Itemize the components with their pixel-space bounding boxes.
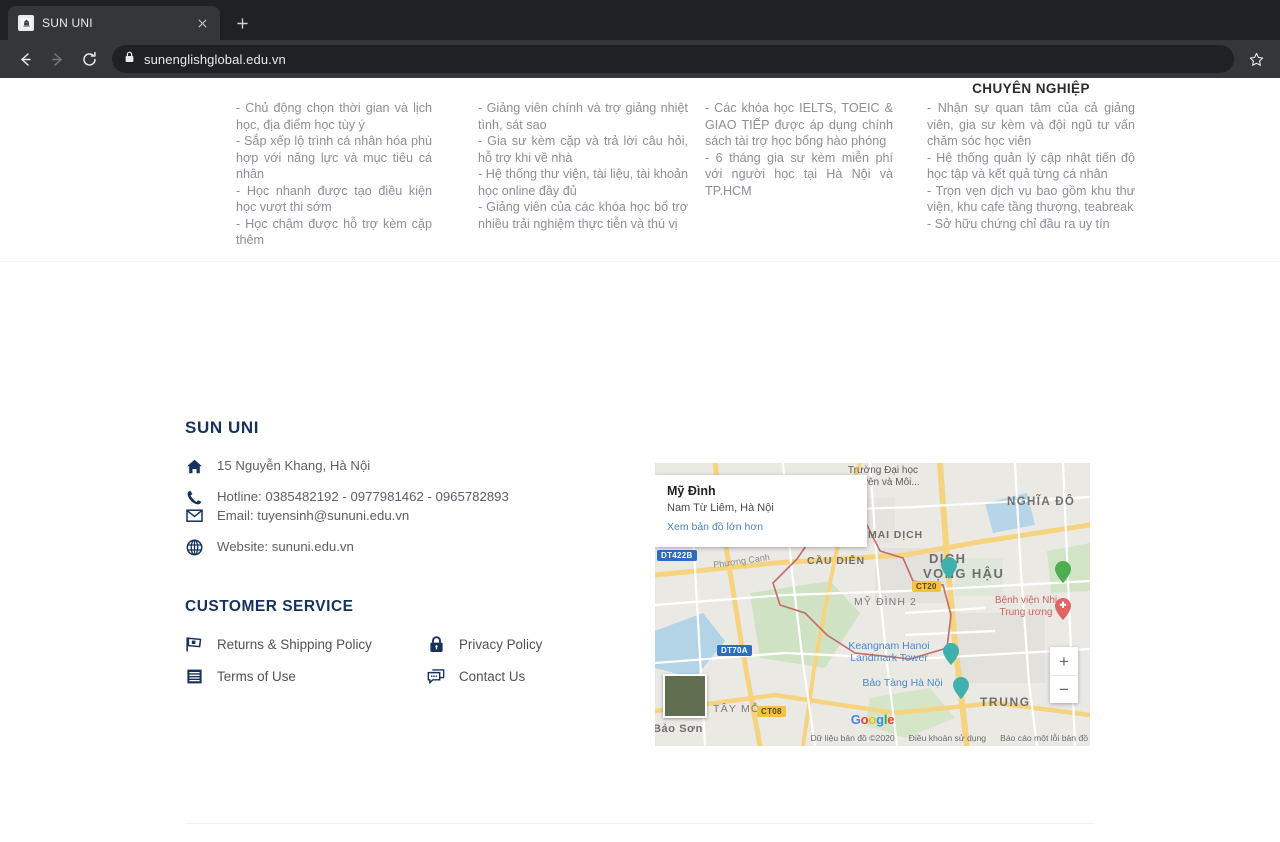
google-watermark: Google [850, 712, 895, 727]
browser-toolbar: sunenglishglobal.edu.vn [0, 40, 1280, 78]
lock-closed-icon [427, 636, 445, 653]
feature-column-heading: CHUYÊN NGHIỆP [972, 81, 1090, 96]
page-viewport: - Chủ động chọn thời gian và lịch học, đ… [0, 78, 1280, 842]
map-view-larger-link[interactable]: Xem bản đồ lớn hơn [667, 521, 855, 533]
map-attrib-terms[interactable]: Điều khoản sử dụng [909, 733, 986, 743]
link-contact-us[interactable]: Contact Us [427, 668, 669, 685]
map-info-card: Mỹ Đình Nam Từ Liêm, Hà Nội Xem bản đồ l… [655, 475, 867, 547]
map-attribution: Dữ liệu bản đồ ©2020 Điều khoản sử dụng … [810, 733, 1088, 743]
link-label: Terms of Use [217, 669, 296, 684]
site-footer: SUN UNI 15 Nguyễn Khang, Hà Nội Hotline:… [0, 418, 1280, 824]
map-satellite-thumbnail[interactable] [663, 674, 707, 718]
address-bar[interactable]: sunenglishglobal.edu.vn [112, 45, 1234, 73]
map-road-shield: CT08 [757, 706, 786, 717]
phone-icon [185, 488, 203, 506]
address-bar-url: sunenglishglobal.edu.vn [144, 51, 286, 67]
close-icon[interactable] [194, 15, 210, 31]
link-terms-of-use[interactable]: Terms of Use [185, 668, 427, 685]
feature-column: - Giảng viên chính và trợ giảng nhiệt tì… [478, 78, 688, 232]
feature-column-body: - Các khóa học IELTS, TOEIC & GIAO TIẾP … [705, 101, 893, 198]
arrow-left-icon[interactable] [10, 44, 40, 74]
map-zoom-out-button[interactable]: − [1050, 675, 1078, 703]
site-favicon [18, 15, 34, 31]
footer-brand: SUN UNI [185, 418, 260, 437]
link-label: Contact Us [459, 669, 526, 684]
link-returns-shipping-policy[interactable]: Returns & Shipping Policy [185, 636, 427, 653]
chat-bubble-icon [427, 668, 445, 685]
section-divider [0, 261, 1280, 262]
browser-window: SUN UNI sunenglishglobal.edu.vn - Chủ độ… [0, 0, 1280, 842]
map-road-shield: DT70A [717, 645, 752, 656]
document-lines-icon [185, 668, 203, 685]
feature-column: - Các khóa học IELTS, TOEIC & GIAO TIẾP … [705, 78, 893, 199]
envelope-icon [185, 507, 203, 523]
location-map[interactable]: Trường Đại học nguyên và Môi... NGHĨA ĐÔ … [655, 463, 1090, 746]
contact-phone-text: Hotline: 0385482192 - 0977981462 - 09657… [217, 489, 509, 504]
map-pin-landmark [943, 643, 959, 665]
lock-icon [124, 50, 135, 68]
reload-icon[interactable] [74, 44, 104, 74]
feature-column: - Chủ động chọn thời gian và lịch học, đ… [236, 78, 432, 249]
browser-tab[interactable]: SUN UNI [8, 6, 220, 40]
footer-divider [185, 823, 1095, 824]
map-info-title: Mỹ Đình [667, 484, 716, 498]
browser-tab-title: SUN UNI [42, 16, 93, 30]
link-label: Privacy Policy [459, 637, 543, 652]
feature-column-body: - Chủ động chọn thời gian và lịch học, đ… [236, 101, 432, 247]
map-attrib-report[interactable]: Báo cáo một lỗi bản đồ [1000, 733, 1088, 743]
map-zoom-controls: + − [1050, 647, 1078, 703]
map-road-shield: DT422B [657, 550, 697, 561]
star-icon[interactable] [1242, 45, 1270, 73]
contact-address-text: 15 Nguyễn Khang, Hà Nội [217, 458, 371, 473]
flag-tag-icon [185, 636, 203, 653]
map-info-subtitle: Nam Từ Liêm, Hà Nội [667, 502, 774, 514]
map-road-shield: CT20 [912, 581, 941, 592]
feature-column-body: - Nhận sự quan tâm của cả giảng viên, gi… [927, 101, 1135, 231]
feature-columns: - Chủ động chọn thời gian và lịch học, đ… [0, 78, 1280, 247]
feature-column-body: - Giảng viên chính và trợ giảng nhiệt tì… [478, 101, 688, 231]
map-pin-park [1055, 561, 1071, 583]
globe-icon [185, 538, 203, 556]
plus-icon[interactable] [228, 9, 256, 37]
contact-website-text: Website: sununi.edu.vn [217, 539, 354, 554]
link-privacy-policy[interactable]: Privacy Policy [427, 636, 669, 653]
link-label: Returns & Shipping Policy [217, 637, 372, 652]
feature-column: CHUYÊN NGHIỆP - Nhận sự quan tâm của cả … [927, 78, 1135, 232]
arrow-right-icon [42, 44, 72, 74]
map-pin-museum [953, 677, 969, 699]
map-pin-poi [941, 557, 957, 579]
browser-tab-strip: SUN UNI [0, 0, 1280, 40]
map-zoom-in-button[interactable]: + [1050, 647, 1078, 675]
map-attrib-data: Dữ liệu bản đồ ©2020 [810, 733, 895, 743]
home-icon [185, 457, 203, 475]
map-pin-hospital [1055, 598, 1071, 620]
contact-email-text: Email: tuyensinh@sununi.edu.vn [217, 508, 410, 523]
